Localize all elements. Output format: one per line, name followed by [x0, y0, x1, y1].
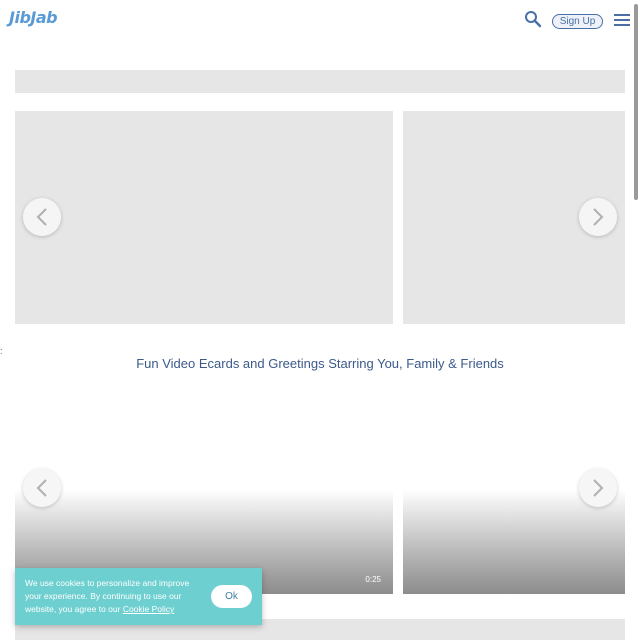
edge-mark: :: [0, 346, 3, 356]
hamburger-menu-icon[interactable]: [614, 14, 632, 28]
chevron-right-icon: [593, 208, 604, 226]
site-header: JibJab Sign Up: [0, 0, 640, 40]
page-tagline: Fun Video Ecards and Greetings Starring …: [136, 356, 504, 371]
chevron-right-icon: [593, 479, 604, 497]
cookie-banner: We use cookies to personalize and improv…: [15, 568, 262, 625]
video-prev-button[interactable]: [23, 469, 61, 507]
hero-slide[interactable]: [15, 111, 393, 324]
cookie-policy-link[interactable]: Cookie Policy: [123, 604, 175, 614]
chevron-left-icon: [36, 208, 47, 226]
video-duration: 0:25: [365, 575, 381, 584]
hero-next-button[interactable]: [579, 198, 617, 236]
search-icon[interactable]: [524, 10, 542, 28]
sign-up-button[interactable]: Sign Up: [552, 14, 603, 29]
cookie-ok-button[interactable]: Ok: [211, 585, 252, 608]
hero-prev-button[interactable]: [23, 198, 61, 236]
cookie-message: We use cookies to personalize and improv…: [25, 577, 205, 616]
page-scrollbar[interactable]: [634, 4, 638, 200]
banner-placeholder: [15, 70, 625, 93]
video-next-button[interactable]: [579, 469, 617, 507]
jibjab-logo[interactable]: JibJab: [9, 8, 58, 27]
chevron-left-icon: [36, 479, 47, 497]
